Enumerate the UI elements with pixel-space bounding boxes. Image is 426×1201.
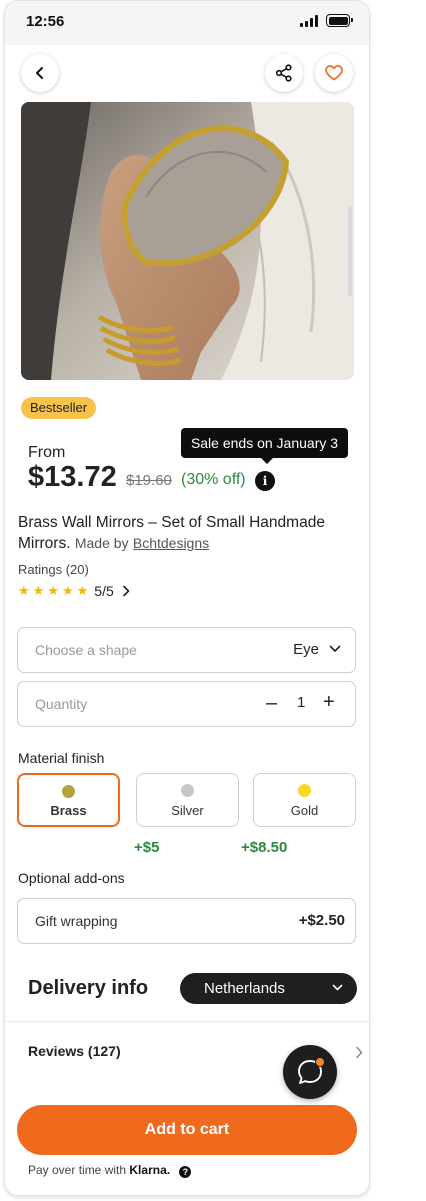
silver-swatch-dot [181, 784, 194, 797]
gold-swatch-dot [298, 784, 311, 797]
divider [5, 1021, 369, 1022]
phone-screen: 12:56 Bestseller Sale ends on January 3 … [4, 0, 370, 1196]
star-icon: ★ [32, 583, 45, 598]
original-price: $19.60 [126, 472, 172, 489]
gold-price-delta: +$8.50 [241, 839, 288, 856]
pay-over-time-text: Pay over time with [28, 1163, 127, 1177]
quantity-placeholder: Quantity [35, 696, 88, 712]
material-option-gold[interactable]: Gold [253, 773, 356, 827]
silver-price-delta: +$5 [134, 839, 160, 856]
product-photo [21, 102, 354, 380]
quantity-value: 1 [297, 694, 306, 711]
product-image[interactable] [21, 102, 354, 380]
country-value: Netherlands [204, 980, 285, 997]
product-title-block: Brass Wall Mirrors – Set of Small Handma… [18, 512, 338, 554]
star-icon: ★ [18, 583, 30, 598]
country-select[interactable]: Netherlands [180, 973, 357, 1004]
brass-swatch-dot [62, 785, 75, 798]
material-option-silver[interactable]: Silver [136, 773, 239, 827]
status-bar: 12:56 [5, 1, 369, 45]
material-option-brass[interactable]: Brass [17, 773, 120, 827]
addon-name: Gift wrapping [35, 913, 118, 929]
info-icon[interactable]: i [255, 471, 275, 491]
quantity-increase-button[interactable]: + [323, 691, 335, 714]
delivery-title: Delivery info [28, 977, 149, 999]
heart-icon [325, 65, 343, 81]
chevron-right-icon[interactable] [355, 1046, 363, 1059]
star-icon: ★ [61, 583, 74, 598]
chat-bubble-icon [298, 1060, 322, 1084]
star-icon: ★ [47, 583, 59, 598]
share-icon [275, 64, 292, 82]
rating-score: 5/5 [94, 583, 114, 599]
chat-button[interactable] [283, 1045, 337, 1099]
material-label: Material finish [18, 750, 105, 766]
status-time: 12:56 [26, 13, 65, 30]
made-by-label: Made by [74, 535, 129, 551]
quantity-stepper: Quantity – 1 + [17, 681, 356, 727]
share-button[interactable] [265, 54, 303, 92]
battery-icon [326, 14, 353, 27]
shop-link[interactable]: Bchtdesigns [133, 535, 209, 551]
chevron-left-icon [36, 67, 43, 79]
shape-select[interactable]: Choose a shape Eye [17, 627, 356, 673]
addons-label: Optional add-ons [18, 870, 125, 886]
discount-label: (30% off) [181, 471, 246, 488]
sale-tooltip: Sale ends on January 3 [181, 428, 348, 464]
gift-wrapping-option[interactable]: Gift wrapping +$2.50 [17, 898, 356, 944]
quantity-decrease-button[interactable]: – [266, 692, 277, 715]
signal-icon [300, 15, 322, 27]
chevron-right-icon [122, 585, 130, 597]
price: $13.72 [28, 461, 117, 493]
material-option-label: Gold [290, 803, 319, 818]
favorite-button[interactable] [315, 54, 353, 92]
add-to-cart-button[interactable]: Add to cart [17, 1105, 357, 1155]
material-option-label: Silver [171, 803, 204, 818]
price-prefix: From [28, 444, 66, 461]
addon-price: +$2.50 [298, 912, 345, 929]
rating-row[interactable]: ★ ★ ★ ★ ★ 5/5 [18, 582, 130, 600]
klarna-logo: Klarna. [129, 1163, 171, 1177]
bestseller-badge: Bestseller [21, 397, 97, 419]
klarna-info: Pay over time with Klarna. ? [28, 1163, 192, 1178]
back-button[interactable] [21, 54, 59, 92]
ratings-label: Ratings (20) [18, 562, 89, 577]
chat-notification-dot [315, 1057, 325, 1067]
reviews-link[interactable]: Reviews (127) [28, 1043, 121, 1059]
shape-value: Eye [293, 641, 319, 658]
shape-placeholder: Choose a shape [35, 642, 137, 658]
image-scroll-indicator [348, 206, 352, 296]
help-icon[interactable]: ? [179, 1166, 192, 1178]
chevron-down-icon [332, 984, 343, 991]
material-option-label: Brass [50, 803, 87, 818]
star-icon: ★ [76, 583, 89, 598]
chevron-down-icon [329, 645, 341, 652]
